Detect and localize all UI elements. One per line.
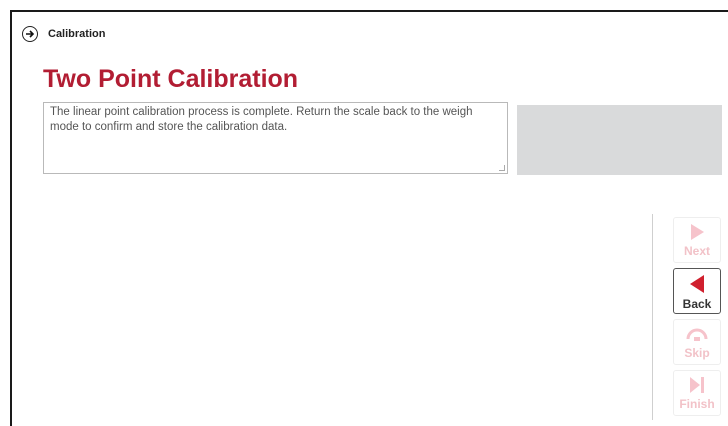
image-panel bbox=[517, 105, 722, 175]
skip-button[interactable]: Skip bbox=[673, 319, 721, 365]
breadcrumb: Calibration bbox=[22, 24, 105, 44]
side-divider bbox=[652, 214, 653, 420]
finish-button-label: Finish bbox=[679, 397, 715, 411]
skip-icon bbox=[686, 328, 708, 341]
next-button-label: Next bbox=[683, 244, 710, 258]
back-button-label: Back bbox=[682, 297, 712, 311]
breadcrumb-label: Calibration bbox=[48, 28, 106, 40]
play-left-icon bbox=[690, 275, 704, 293]
app-frame: Calibration Two Point Calibration The li… bbox=[10, 10, 728, 426]
message-text: The linear point calibration process is … bbox=[50, 106, 473, 133]
play-right-icon bbox=[691, 224, 704, 240]
finish-icon bbox=[690, 377, 704, 393]
resize-grip-icon[interactable] bbox=[499, 165, 505, 171]
next-button[interactable]: Next bbox=[673, 217, 721, 263]
skip-button-label: Skip bbox=[684, 346, 710, 360]
page-title: Two Point Calibration bbox=[43, 65, 299, 93]
finish-button[interactable]: Finish bbox=[673, 370, 721, 416]
message-textarea[interactable]: The linear point calibration process is … bbox=[43, 102, 508, 174]
arrow-right-icon[interactable] bbox=[22, 26, 38, 42]
back-button[interactable]: Back bbox=[673, 268, 721, 314]
